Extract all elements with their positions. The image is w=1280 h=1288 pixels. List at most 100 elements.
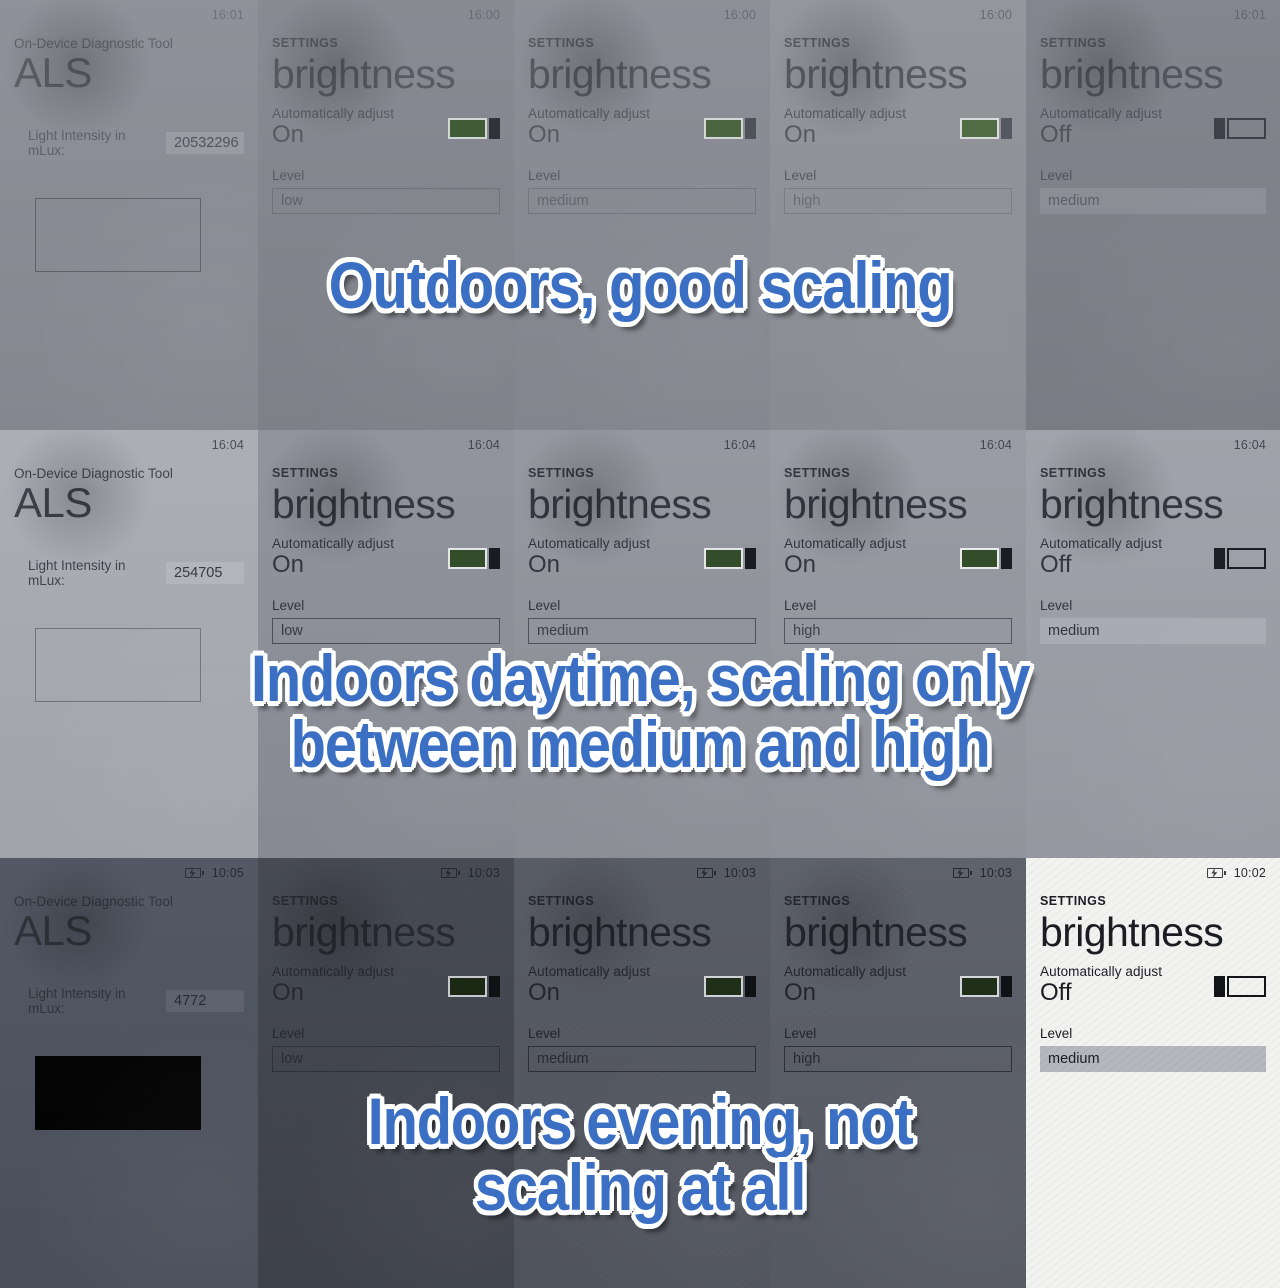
level-input[interactable]: low [272,618,500,644]
toggle-track [1227,976,1266,997]
row-outdoors: 16:01 On-Device Diagnostic Tool ALS Ligh… [0,0,1280,430]
level-input[interactable]: high [784,188,1012,214]
auto-adjust-label: Automatically adjust [1040,536,1163,551]
auto-adjust-toggle[interactable] [1214,118,1266,139]
level-input[interactable]: low [272,188,500,214]
auto-adjust-toggle[interactable] [960,118,1012,139]
light-intensity-value: 254705 [166,562,244,584]
level-label: Level [784,598,817,613]
light-intensity-label: Light Intensity in mLux: [28,558,126,588]
level-group: Level high [784,598,1012,644]
level-label: Level [784,168,817,183]
settings-panel-off-evening: 10:02 SETTINGS brightness Automatically … [1026,858,1280,1288]
settings-eyebrow: SETTINGS [1040,36,1107,50]
auto-adjust-label: Automatically adjust [528,964,651,979]
settings-screen: SETTINGS brightness [1026,858,1280,1288]
auto-adjust-label: Automatically adjust [272,106,395,121]
auto-adjust-group: Automatically adjust On [272,106,500,149]
auto-adjust-toggle[interactable] [1214,976,1266,997]
auto-adjust-toggle[interactable] [448,118,500,139]
settings-panel-low-daytime: 16:04 SETTINGS brightness Automatically … [258,430,514,858]
level-label: Level [784,1026,817,1041]
toggle-thumb [1001,976,1012,997]
toggle-thumb [1001,118,1012,139]
toggle-track [704,976,743,997]
light-intensity-row: Light Intensity in mLux: 254705 [14,558,244,588]
level-input[interactable]: medium [1040,618,1266,644]
light-intensity-label: Light Intensity in mLux: [28,128,126,158]
toggle-track [448,976,487,997]
level-input[interactable]: low [272,1046,500,1072]
auto-adjust-toggle[interactable] [1214,548,1266,569]
toggle-track [448,118,487,139]
auto-adjust-group: Automatically adjust On [784,964,1012,1007]
level-group: Level high [784,168,1012,214]
level-label: Level [1040,1026,1073,1041]
auto-adjust-group: Automatically adjust On [528,106,756,149]
level-input[interactable]: medium [1040,1046,1266,1072]
settings-panel-off-daytime: 16:04 SETTINGS brightness Automatically … [1026,430,1280,858]
settings-panel-high-outdoors: 16:00 SETTINGS brightness Automatically … [770,0,1026,430]
auto-adjust-value: On [272,979,305,1006]
settings-panel-medium-daytime: 16:04 SETTINGS brightness Automatically … [514,430,770,858]
auto-adjust-label: Automatically adjust [272,536,395,551]
page-title: brightness [1040,481,1224,527]
settings-screen: SETTINGS brightness [770,430,1026,858]
settings-eyebrow: SETTINGS [784,894,851,908]
auto-adjust-toggle[interactable] [448,548,500,569]
auto-adjust-value: On [528,979,561,1006]
settings-eyebrow: SETTINGS [528,894,595,908]
auto-adjust-toggle[interactable] [704,976,756,997]
als-display-box[interactable] [35,198,201,272]
page-title: brightness [528,481,712,527]
auto-adjust-toggle[interactable] [704,548,756,569]
auto-adjust-value: On [272,551,305,578]
auto-adjust-label: Automatically adjust [528,106,651,121]
level-group: Level medium [1040,1026,1266,1072]
auto-adjust-label: Automatically adjust [1040,964,1163,979]
page-title: brightness [528,51,712,97]
settings-eyebrow: SETTINGS [272,466,339,480]
als-display-box[interactable] [35,628,201,702]
level-label: Level [1040,598,1073,613]
toggle-track [1227,118,1266,139]
auto-adjust-label: Automatically adjust [272,964,395,979]
settings-eyebrow: SETTINGS [1040,466,1107,480]
als-display-box[interactable] [35,1056,201,1130]
settings-screen: SETTINGS brightness [1026,0,1280,430]
light-intensity-row: Light Intensity in mLux: 20532296 [14,128,244,158]
settings-panel-low-evening: 10:03 SETTINGS brightness Automatically … [258,858,514,1288]
page-title: brightness [272,909,456,955]
auto-adjust-toggle[interactable] [704,118,756,139]
auto-adjust-group: Automatically adjust On [528,964,756,1007]
settings-screen: SETTINGS brightness [258,858,514,1288]
auto-adjust-value: On [528,121,561,148]
auto-adjust-value: On [528,551,561,578]
toggle-thumb [1214,118,1225,139]
auto-adjust-label: Automatically adjust [528,536,651,551]
level-group: Level low [272,598,500,644]
light-intensity-label: Light Intensity in mLux: [28,986,126,1016]
auto-adjust-toggle[interactable] [448,976,500,997]
level-input[interactable]: medium [528,618,756,644]
level-group: Level medium [1040,598,1266,644]
level-input[interactable]: medium [528,188,756,214]
settings-panel-medium-outdoors: 16:00 SETTINGS brightness Automatically … [514,0,770,430]
light-intensity-value: 20532296 [166,132,244,154]
auto-adjust-group: Automatically adjust On [528,536,756,579]
level-input[interactable]: medium [1040,188,1266,214]
toggle-thumb [1214,548,1225,569]
level-label: Level [528,1026,561,1041]
light-intensity-value: 4772 [166,990,244,1012]
toggle-thumb [489,976,500,997]
level-input[interactable]: high [784,1046,1012,1072]
settings-panel-high-daytime: 16:04 SETTINGS brightness Automatically … [770,430,1026,858]
toggle-thumb [745,976,756,997]
auto-adjust-toggle[interactable] [960,976,1012,997]
settings-screen: SETTINGS brightness [514,430,770,858]
level-input[interactable]: medium [528,1046,756,1072]
toggle-track [960,976,999,997]
toggle-track [1227,548,1266,569]
auto-adjust-toggle[interactable] [960,548,1012,569]
level-input[interactable]: high [784,618,1012,644]
